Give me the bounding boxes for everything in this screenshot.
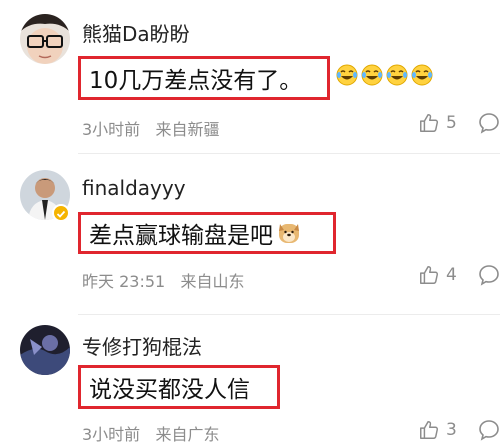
- like-button[interactable]: 3: [418, 419, 457, 441]
- verified-badge-icon: [52, 204, 70, 222]
- comment-bubble-icon[interactable]: [478, 419, 500, 441]
- comment-meta: 3小时前 来自新疆: [82, 116, 219, 140]
- like-count: 3: [446, 420, 457, 440]
- comment-time: 3小时前: [82, 120, 141, 139]
- comment-bubble-icon[interactable]: [478, 112, 500, 134]
- comment-time: 3小时前: [82, 425, 141, 444]
- laugh-cry-emoji-icon: [411, 64, 433, 86]
- like-button[interactable]: 4: [418, 264, 457, 286]
- like-count: 5: [446, 113, 457, 133]
- laugh-cry-emoji-icon: [361, 64, 383, 86]
- avatar[interactable]: [20, 14, 70, 64]
- comment-item: finaldayyy 差点赢球输盘是吧 昨天 23:51 来自山东 4: [0, 154, 500, 314]
- username[interactable]: 熊猫Da盼盼: [82, 18, 190, 47]
- comment-text: 说没买都没人信: [78, 365, 280, 409]
- comment-location: 来自山东: [180, 272, 245, 291]
- emoji-row: [336, 64, 433, 86]
- like-button[interactable]: 5: [418, 112, 457, 134]
- username[interactable]: 专修打狗棍法: [82, 331, 202, 360]
- comment-item: 熊猫Da盼盼 10几万差点没有了。 3小时前 来自新疆 5: [0, 0, 500, 153]
- comment-item: 专修打狗棍法 说没买都没人信 3小时前 来自广东 3: [0, 315, 500, 444]
- like-count: 4: [446, 265, 457, 285]
- thumbs-up-icon: [420, 266, 439, 284]
- avatar[interactable]: [20, 325, 70, 375]
- laugh-cry-emoji-icon: [386, 64, 408, 86]
- username[interactable]: finaldayyy: [82, 176, 186, 200]
- comment-location: 来自新疆: [155, 120, 220, 139]
- comment-meta: 昨天 23:51 来自山东: [82, 268, 245, 292]
- laugh-cry-emoji-icon: [336, 64, 358, 86]
- thumbs-up-icon: [420, 421, 439, 439]
- comment-location: 来自广东: [155, 425, 220, 444]
- comment-bubble-icon[interactable]: [478, 264, 500, 286]
- comment-text: 差点赢球输盘是吧: [89, 223, 273, 249]
- comment-text: 10几万差点没有了。: [78, 56, 330, 100]
- doge-emoji-icon: [279, 224, 299, 243]
- comment-time: 昨天 23:51: [82, 272, 166, 291]
- thumbs-up-icon: [420, 114, 439, 132]
- comment-text-box: 差点赢球输盘是吧: [78, 212, 336, 254]
- comment-meta: 3小时前 来自广东: [82, 421, 219, 445]
